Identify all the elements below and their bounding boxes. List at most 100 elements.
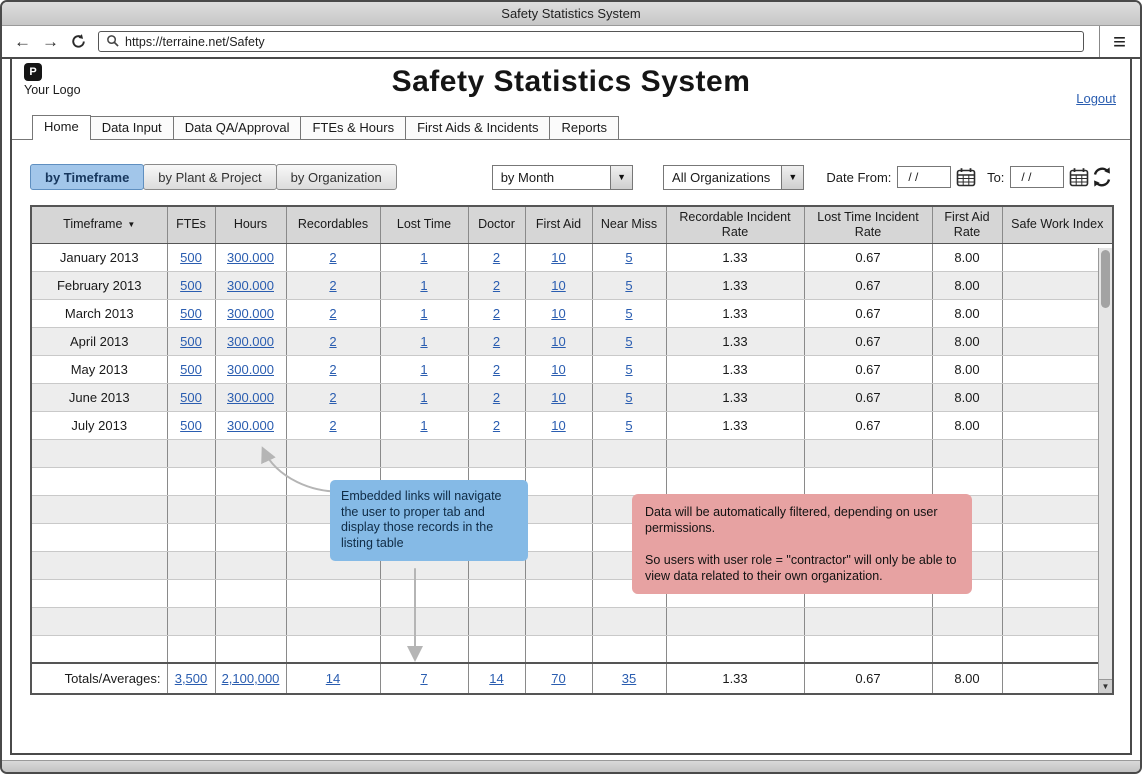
- first-aid-link[interactable]: 10: [551, 306, 565, 321]
- column-header-lost-time-incident-rate[interactable]: Lost Time Incident Rate: [804, 207, 932, 243]
- view-by-plant-project-button[interactable]: by Plant & Project: [143, 164, 276, 190]
- lost-time-link[interactable]: 1: [420, 278, 427, 293]
- first-aid-link[interactable]: 10: [551, 390, 565, 405]
- column-header-ftes[interactable]: FTEs: [167, 207, 215, 243]
- period-select[interactable]: by Month ▼: [492, 165, 633, 190]
- column-header-recordables[interactable]: Recordables: [286, 207, 380, 243]
- hours-link[interactable]: 300.000: [227, 362, 274, 377]
- recordables-link[interactable]: 2: [329, 278, 336, 293]
- doctor-link[interactable]: 2: [493, 250, 500, 265]
- tab-first-aids-incidents[interactable]: First Aids & Incidents: [405, 116, 550, 139]
- near-miss-link[interactable]: 5: [625, 278, 632, 293]
- ftes-link[interactable]: 500: [180, 278, 202, 293]
- recordables-link[interactable]: 14: [326, 671, 340, 686]
- lost-time-link[interactable]: 1: [420, 418, 427, 433]
- doctor-link[interactable]: 2: [493, 334, 500, 349]
- calendar-icon[interactable]: [955, 166, 977, 188]
- refresh-data-icon[interactable]: [1090, 165, 1114, 189]
- near-miss-link[interactable]: 5: [625, 334, 632, 349]
- ftes-link[interactable]: 500: [180, 362, 202, 377]
- ftes-link[interactable]: 500: [180, 334, 202, 349]
- doctor-link[interactable]: 14: [489, 671, 503, 686]
- near-miss-link[interactable]: 5: [625, 418, 632, 433]
- column-header-doctor[interactable]: Doctor: [468, 207, 525, 243]
- date-from-input[interactable]: / /: [897, 166, 951, 188]
- hours-link[interactable]: 2,100,000: [222, 671, 280, 686]
- first-aid-link[interactable]: 70: [551, 671, 565, 686]
- hours-link[interactable]: 300.000: [227, 390, 274, 405]
- recordables-link[interactable]: 2: [329, 418, 336, 433]
- ftes-link[interactable]: 500: [180, 390, 202, 405]
- hours-link[interactable]: 300.000: [227, 306, 274, 321]
- first-aid-link[interactable]: 10: [551, 278, 565, 293]
- column-header-lost-time[interactable]: Lost Time: [380, 207, 468, 243]
- near-miss-link[interactable]: 5: [625, 362, 632, 377]
- near-miss-link[interactable]: 5: [625, 390, 632, 405]
- lost-time-link[interactable]: 1: [420, 390, 427, 405]
- first-aid-link[interactable]: 10: [551, 418, 565, 433]
- near-miss-link[interactable]: 35: [622, 671, 636, 686]
- column-header-first-aid-rate[interactable]: First Aid Rate: [932, 207, 1002, 243]
- recordables-link[interactable]: 2: [329, 334, 336, 349]
- scroll-down-icon[interactable]: ▼: [1099, 679, 1112, 693]
- logout-link[interactable]: Logout: [1076, 91, 1116, 106]
- ftes-link[interactable]: 500: [180, 418, 202, 433]
- lost-time-link[interactable]: 1: [420, 334, 427, 349]
- near-miss-link[interactable]: 5: [625, 250, 632, 265]
- first-aid-link[interactable]: 10: [551, 334, 565, 349]
- tab-data-qa-approval[interactable]: Data QA/Approval: [173, 116, 302, 139]
- first-aid-link[interactable]: 10: [551, 250, 565, 265]
- date-to-input[interactable]: / /: [1010, 166, 1064, 188]
- hours-link[interactable]: 300.000: [227, 418, 274, 433]
- recordables-link[interactable]: 2: [329, 362, 336, 377]
- calendar-icon[interactable]: [1068, 166, 1090, 188]
- ftes-link[interactable]: 500: [180, 306, 202, 321]
- organization-select[interactable]: All Organizations ▼: [663, 165, 804, 190]
- tab-data-input[interactable]: Data Input: [90, 116, 174, 139]
- recordable-rate-cell: 1.33: [666, 383, 804, 411]
- ftes-link[interactable]: 500: [180, 250, 202, 265]
- first-aid-rate-cell: 8.00: [932, 243, 1002, 271]
- menu-icon[interactable]: ≡: [1111, 31, 1128, 53]
- hours-link[interactable]: 300.000: [227, 334, 274, 349]
- first-aid-link[interactable]: 10: [551, 362, 565, 377]
- tab-ftes-hours[interactable]: FTEs & Hours: [300, 116, 406, 139]
- refresh-icon[interactable]: [70, 33, 87, 50]
- permissions-note-line1: Data will be automatically filtered, dep…: [645, 504, 959, 537]
- forward-icon[interactable]: →: [42, 33, 59, 50]
- hours-link[interactable]: 300.000: [227, 250, 274, 265]
- column-header-hours[interactable]: Hours: [215, 207, 286, 243]
- url-bar[interactable]: https://terraine.net/Safety: [98, 31, 1084, 52]
- url-text: https://terraine.net/Safety: [125, 35, 265, 49]
- doctor-link[interactable]: 2: [493, 418, 500, 433]
- tab-reports[interactable]: Reports: [549, 116, 619, 139]
- tab-home[interactable]: Home: [32, 115, 91, 140]
- first-aid-rate-cell: 8.00: [932, 271, 1002, 299]
- back-icon[interactable]: ←: [14, 33, 31, 50]
- view-by-timeframe-button[interactable]: by Timeframe: [30, 164, 144, 190]
- lost-time-link[interactable]: 1: [420, 250, 427, 265]
- column-header-first-aid[interactable]: First Aid: [525, 207, 592, 243]
- doctor-link[interactable]: 2: [493, 390, 500, 405]
- ftes-link[interactable]: 3,500: [175, 671, 208, 686]
- vertical-scrollbar[interactable]: ▼: [1098, 248, 1112, 693]
- column-header-safe-work-index[interactable]: Safe Work Index: [1002, 207, 1112, 243]
- column-header-near-miss[interactable]: Near Miss: [592, 207, 666, 243]
- doctor-link[interactable]: 2: [493, 362, 500, 377]
- lost-time-rate-cell: 0.67: [804, 243, 932, 271]
- table-row: July 2013500300.0002121051.330.678.00: [32, 411, 1112, 439]
- recordables-link[interactable]: 2: [329, 306, 336, 321]
- recordables-link[interactable]: 2: [329, 250, 336, 265]
- lost-time-link[interactable]: 1: [420, 306, 427, 321]
- lost-time-link[interactable]: 7: [420, 671, 427, 686]
- doctor-link[interactable]: 2: [493, 278, 500, 293]
- view-by-organization-button[interactable]: by Organization: [276, 164, 397, 190]
- near-miss-link[interactable]: 5: [625, 306, 632, 321]
- recordables-link[interactable]: 2: [329, 390, 336, 405]
- column-header-timeframe[interactable]: Timeframe▼: [32, 207, 167, 243]
- lost-time-link[interactable]: 1: [420, 362, 427, 377]
- column-header-recordable-incident-rate[interactable]: Recordable Incident Rate: [666, 207, 804, 243]
- scrollbar-thumb[interactable]: [1101, 250, 1110, 308]
- hours-link[interactable]: 300.000: [227, 278, 274, 293]
- doctor-link[interactable]: 2: [493, 306, 500, 321]
